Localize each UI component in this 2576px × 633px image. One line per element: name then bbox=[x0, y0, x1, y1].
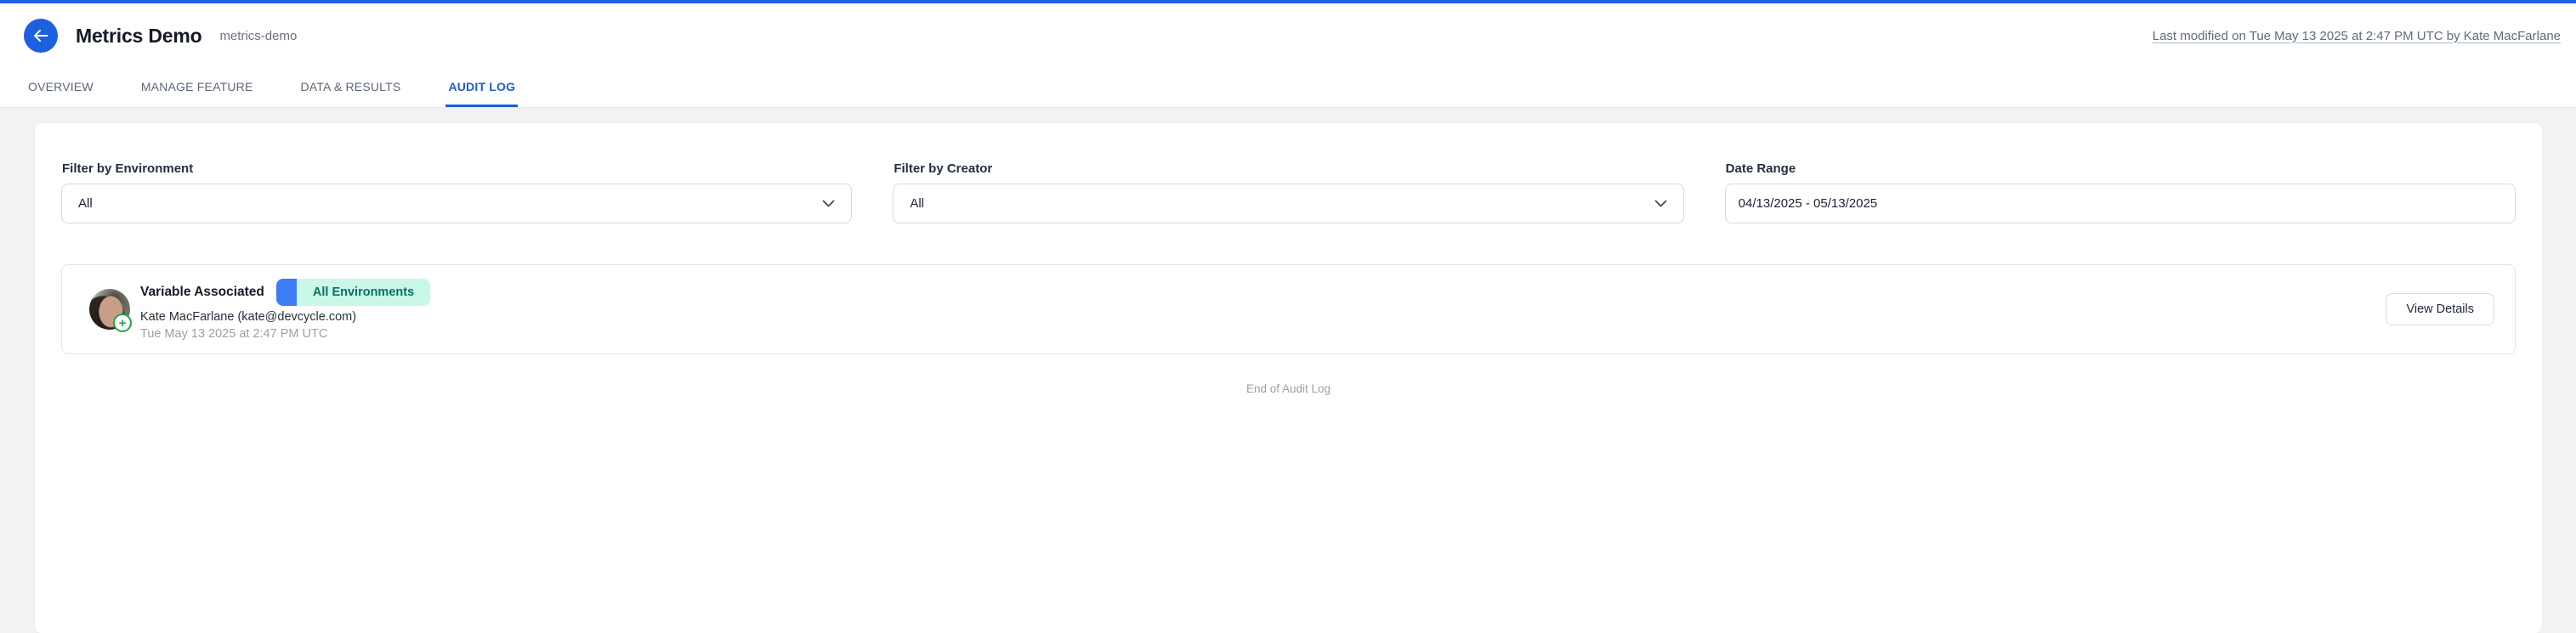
chevron-down-icon bbox=[822, 200, 835, 207]
date-range-label: Date Range bbox=[1726, 161, 2516, 176]
tab-data-results[interactable]: DATA & RESULTS bbox=[298, 68, 403, 107]
environment-color-swatch bbox=[276, 279, 297, 306]
tab-overview[interactable]: OVERVIEW bbox=[26, 68, 96, 107]
last-modified-text: Last modified on Tue May 13 2025 at 2:47… bbox=[2153, 29, 2561, 43]
date-range-input[interactable] bbox=[1725, 184, 2516, 223]
tab-audit-log[interactable]: AUDIT LOG bbox=[445, 68, 518, 107]
environment-badge: All Environments bbox=[276, 279, 430, 306]
tab-manage-feature[interactable]: MANAGE FEATURE bbox=[139, 68, 256, 107]
content-area: Filter by Environment All Filter by Crea… bbox=[0, 108, 2576, 633]
view-details-button[interactable]: View Details bbox=[2386, 293, 2494, 325]
environment-badge-label: All Environments bbox=[297, 279, 430, 306]
entry-user: Kate MacFarlane (kate@devcycle.com) bbox=[140, 310, 430, 324]
filter-environment: Filter by Environment All bbox=[61, 161, 852, 223]
filter-creator: Filter by Creator All bbox=[893, 161, 1683, 223]
page-title: Metrics Demo bbox=[76, 25, 201, 48]
environment-select-value: All bbox=[78, 196, 93, 211]
filter-environment-label: Filter by Environment bbox=[62, 161, 852, 176]
creator-select-value: All bbox=[910, 196, 924, 211]
environment-select[interactable]: All bbox=[61, 184, 852, 223]
plus-icon: + bbox=[113, 314, 132, 332]
feature-key: metrics-demo bbox=[219, 29, 297, 43]
creator-select[interactable]: All bbox=[893, 184, 1683, 223]
entry-text-block: Variable Associated All Environments Kat… bbox=[140, 279, 430, 341]
end-of-audit-log: End of Audit Log bbox=[61, 382, 2516, 395]
filters-row: Filter by Environment All Filter by Crea… bbox=[61, 161, 2516, 223]
entry-title-row: Variable Associated All Environments bbox=[140, 279, 430, 306]
page: Metrics Demo metrics-demo Last modified … bbox=[0, 0, 2576, 633]
audit-log-card: Filter by Environment All Filter by Crea… bbox=[35, 123, 2542, 633]
back-button[interactable] bbox=[24, 19, 58, 53]
entry-action: Variable Associated bbox=[140, 285, 264, 300]
header: Metrics Demo metrics-demo Last modified … bbox=[0, 3, 2576, 108]
audit-entry-row: + Variable Associated All Environments K… bbox=[61, 264, 2516, 354]
back-arrow-icon bbox=[33, 30, 48, 42]
avatar: + bbox=[89, 289, 130, 330]
chevron-down-icon bbox=[1654, 200, 1667, 207]
tab-bar: OVERVIEW MANAGE FEATURE DATA & RESULTS A… bbox=[26, 68, 2561, 107]
entry-timestamp: Tue May 13 2025 at 2:47 PM UTC bbox=[140, 327, 430, 341]
filter-creator-label: Filter by Creator bbox=[894, 161, 1683, 176]
header-title-row: Metrics Demo metrics-demo Last modified … bbox=[24, 3, 2561, 68]
filter-date-range: Date Range bbox=[1725, 161, 2516, 223]
